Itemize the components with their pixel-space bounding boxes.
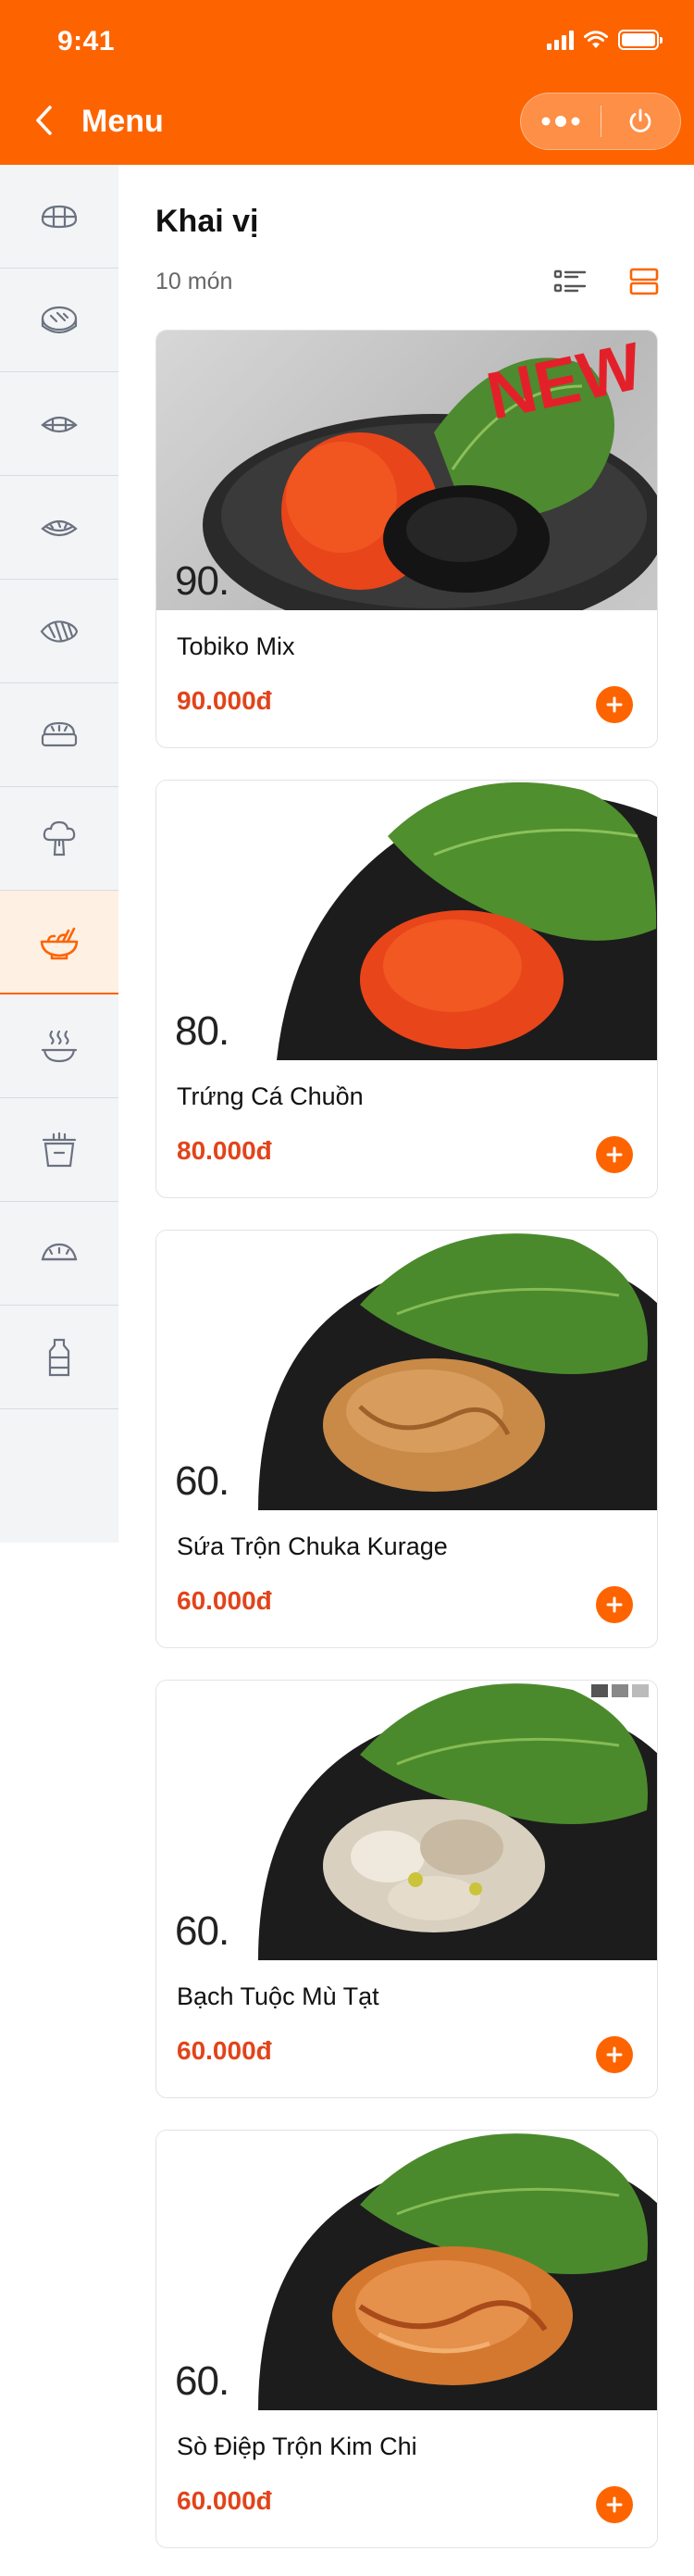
signal-icon: [547, 30, 574, 50]
category-item-2[interactable]: [0, 269, 118, 372]
more-dots-icon: [541, 116, 580, 127]
category-item-6[interactable]: [0, 683, 118, 787]
status-time: 9:41: [57, 26, 116, 56]
product-price: 80.000đ: [177, 1136, 272, 1165]
chevron-left-icon: [36, 106, 52, 135]
product-price: 60.000đ: [177, 2036, 272, 2065]
item-count: 10 món: [155, 269, 233, 294]
card-view-button[interactable]: [627, 267, 661, 296]
product-image: 60.: [156, 1231, 657, 1510]
card-view-icon: [629, 268, 659, 295]
add-to-cart-button[interactable]: [596, 686, 633, 723]
list-view-icon: [553, 269, 587, 293]
category-item-7[interactable]: [0, 787, 118, 891]
category-item-12[interactable]: [0, 1306, 118, 1409]
image-price-label: 60.: [175, 1908, 229, 1954]
plus-icon: [606, 1146, 623, 1163]
category-item-1[interactable]: [0, 165, 118, 269]
list-view-button[interactable]: [553, 267, 587, 296]
wifi-icon: [584, 31, 608, 48]
maki-icon: [41, 306, 78, 333]
product-name: Bạch Tuộc Mù Tạt: [177, 1982, 379, 2010]
product-name: Trứng Cá Chuồn: [177, 1082, 364, 1110]
image-price-label: 80.: [175, 1008, 229, 1054]
page-title: Menu: [81, 104, 164, 139]
sashimi-icon: [41, 519, 78, 536]
broccoli-icon: [43, 820, 76, 856]
product-price: 60.000đ: [177, 2486, 272, 2515]
category-item-11[interactable]: [0, 1202, 118, 1306]
image-price-label: 60.: [175, 2358, 229, 2404]
category-item-4[interactable]: [0, 476, 118, 580]
plus-icon: [606, 2046, 623, 2063]
plus-icon: [606, 1596, 623, 1613]
product-price: 60.000đ: [177, 1586, 272, 1615]
product-image: 90. NEW: [156, 331, 657, 610]
product-card[interactable]: 60. Sò Điệp Trộn Kim Chi 60.000đ: [155, 2130, 658, 2548]
category-item-3[interactable]: [0, 372, 118, 476]
takeaway-box-icon: [42, 1132, 77, 1167]
product-name: Sứa Trộn Chuka Kurage: [177, 1532, 448, 1560]
power-button[interactable]: [601, 93, 681, 150]
power-icon: [629, 108, 651, 132]
plus-icon: [606, 2496, 623, 2513]
nigiri-icon: [41, 416, 78, 432]
menu-screen: 9:41 Menu Khai vị 10 món 90. NEW Tobiko …: [0, 0, 694, 2576]
add-to-cart-button[interactable]: [596, 2486, 633, 2523]
image-price-label: 90.: [175, 558, 229, 604]
battery-icon: [618, 30, 663, 50]
product-card[interactable]: 60. Sứa Trộn Chuka Kurage 60.000đ: [155, 1230, 658, 1648]
category-sidebar: [0, 165, 118, 1543]
bottle-icon: [48, 1338, 70, 1376]
product-price: 90.000đ: [177, 686, 272, 715]
sushi-roll-icon: [41, 205, 78, 228]
product-image: 60.: [156, 1681, 657, 1960]
product-image: 80.: [156, 781, 657, 1060]
section-title: Khai vị: [155, 204, 259, 239]
plus-icon: [606, 696, 623, 713]
add-to-cart-button[interactable]: [596, 2036, 633, 2073]
product-card[interactable]: 90. NEW Tobiko Mix 90.000đ: [155, 330, 658, 748]
header-bar: 9:41 Menu: [0, 0, 694, 165]
mini-program-capsule: [520, 93, 681, 150]
dumpling-icon: [41, 1243, 78, 1260]
hot-dish-icon: [41, 1030, 78, 1062]
category-item-8[interactable]: [0, 891, 118, 994]
bento-icon: [41, 721, 78, 746]
add-to-cart-button[interactable]: [596, 1136, 633, 1173]
image-price-label: 60.: [175, 1458, 229, 1504]
add-to-cart-button[interactable]: [596, 1586, 633, 1623]
status-icons: [547, 28, 663, 52]
fish-icon: [40, 619, 79, 643]
product-card[interactable]: 80. Trứng Cá Chuồn 80.000đ: [155, 780, 658, 1198]
more-button[interactable]: [521, 93, 601, 150]
product-name: Tobiko Mix: [177, 632, 295, 660]
category-item-10[interactable]: [0, 1098, 118, 1202]
product-image: 60.: [156, 2131, 657, 2410]
product-card[interactable]: 60. Bạch Tuộc Mù Tạt 60.000đ: [155, 1680, 658, 2098]
category-item-5[interactable]: [0, 580, 118, 683]
product-name: Sò Điệp Trộn Kim Chi: [177, 2432, 417, 2460]
category-item-9[interactable]: [0, 994, 118, 1098]
salad-bowl-icon: [40, 927, 79, 960]
back-button[interactable]: [26, 100, 63, 141]
